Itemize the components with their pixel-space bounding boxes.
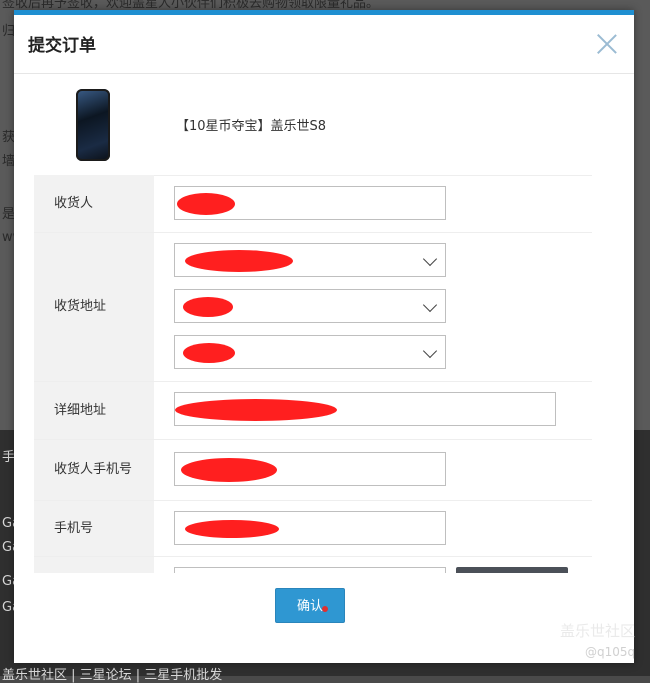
redaction-mark xyxy=(175,399,337,421)
detail-address-label-cell: 详细地址 xyxy=(34,382,154,439)
submit-order-modal: 提交订单 【10星币夺宝】盖乐世S8 收货人 收货地址 详细地址 收货人手机号 … xyxy=(14,10,634,663)
receiver-phone-input[interactable] xyxy=(174,452,446,486)
detail-address-label: 详细地址 xyxy=(54,402,107,418)
background-footer-links[interactable]: 盖乐世社区 | 三星论坛 | 三星手机批发 xyxy=(2,664,222,683)
cursor-marker xyxy=(322,606,328,612)
receiver-row: 收货人 xyxy=(34,175,592,233)
receiver-phone-label: 收货人手机号 xyxy=(54,462,133,477)
address-label-cell: 收货地址 xyxy=(34,233,154,381)
receiver-input[interactable] xyxy=(174,186,446,220)
address-label: 收货地址 xyxy=(54,299,107,314)
verification-row xyxy=(34,557,592,573)
phone-image xyxy=(76,89,110,161)
modal-title: 提交订单 xyxy=(28,36,96,56)
watermark-text: 盖乐世社区 xyxy=(560,622,636,640)
get-code-button[interactable] xyxy=(456,567,568,573)
chevron-down-icon xyxy=(422,343,438,359)
phone-row: 手机号 xyxy=(34,501,592,557)
receiver-phone-label-cell: 收货人手机号 xyxy=(34,440,154,500)
receiver-label: 收货人 xyxy=(54,195,94,211)
order-form: 收货人 收货地址 详细地址 收货人手机号 手机号 xyxy=(34,175,592,573)
phone-label: 手机号 xyxy=(54,520,94,536)
watermark-handle: @q105q xyxy=(585,645,636,659)
city-select[interactable] xyxy=(174,289,446,323)
confirm-button[interactable]: 确认 xyxy=(275,588,345,623)
redaction-mark xyxy=(183,343,235,363)
receiver-phone-row: 收货人手机号 xyxy=(34,440,592,501)
verification-label-cell xyxy=(34,557,154,573)
product-summary: 【10星币夺宝】盖乐世S8 xyxy=(34,83,592,176)
redaction-mark xyxy=(181,458,277,482)
redaction-mark xyxy=(177,193,235,215)
modal-header: 提交订单 xyxy=(14,15,634,74)
detail-address-row: 详细地址 xyxy=(34,382,592,440)
phone-input[interactable] xyxy=(174,511,446,545)
detail-address-input[interactable] xyxy=(174,392,556,426)
redaction-mark xyxy=(185,520,279,538)
redaction-mark xyxy=(185,250,293,272)
chevron-down-icon xyxy=(422,251,438,267)
province-select[interactable] xyxy=(174,243,446,277)
verification-input[interactable] xyxy=(174,567,446,573)
chevron-down-icon xyxy=(422,297,438,313)
phone-label-cell: 手机号 xyxy=(34,501,154,556)
redaction-mark xyxy=(183,297,233,317)
receiver-label-cell: 收货人 xyxy=(34,175,154,232)
close-icon[interactable] xyxy=(596,33,618,55)
district-select[interactable] xyxy=(174,335,446,369)
product-name: 【10星币夺宝】盖乐世S8 xyxy=(176,119,327,134)
address-row: 收货地址 xyxy=(34,233,592,382)
